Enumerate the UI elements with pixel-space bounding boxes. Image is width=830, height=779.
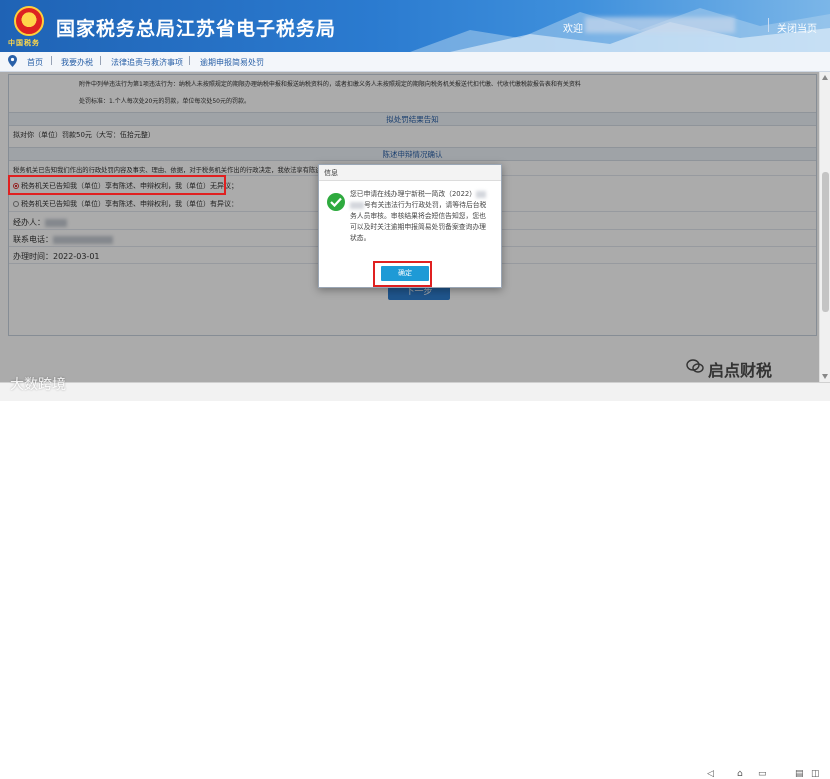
tray-icon[interactable]: ▤ [795,769,804,779]
location-pin-icon [8,55,17,67]
success-check-icon [327,193,345,211]
dialog-message-part2: 号有关违法行为行政处罚，请等待后台税务人员审核。审核结果将会短信告知您，您也可以… [350,201,487,242]
case-number-redacted [350,201,364,209]
wechat-icon [686,359,704,373]
dialog-message: 您已申请在线办理宁新税一简改（2022） 号有关违法行为行政处罚，请等待后台税务… [350,189,490,244]
highlight-confirm-button [373,261,432,287]
watermark-left: 大数跨境 [10,377,66,393]
tax-emblem-icon [14,6,44,36]
emblem-caption: 中国税务 [8,39,40,47]
watermark-right: 启点财税 [708,361,773,380]
welcome-text: 欢迎 [563,24,583,35]
close-page-link[interactable]: 关闭当页 [777,20,817,35]
dialog-message-part1: 您已申请在线办理宁新税一简改（2022） [350,190,477,198]
site-header: 中国税务 国家税务总局江苏省电子税务局 欢迎 关闭当页 [0,0,830,52]
case-number-redacted [476,190,487,198]
breadcrumb-current: 逾期申报简易处罚 [200,58,264,67]
header-divider [768,18,769,32]
scroll-down-icon[interactable] [822,374,828,379]
highlight-no-objection [8,175,226,195]
scroll-thumb[interactable] [822,172,829,312]
status-bar: ◁ ⌂ ▭ ▤ ◫ [0,382,830,779]
tray-icon[interactable]: ◫ [811,769,820,779]
dialog-title: 信息 [319,165,501,181]
username-redacted [585,17,735,33]
breadcrumb: 首页 | 我要办税 | 法律追责与救济事项 | 逾期申报简易处罚 [0,52,830,72]
tray-icon[interactable]: ▭ [758,769,767,779]
breadcrumb-home[interactable]: 首页 [27,57,43,68]
breadcrumb-separator: | [50,56,54,66]
site-title: 国家税务总局江苏省电子税务局 [56,18,337,40]
breadcrumb-separator: | [188,56,192,66]
scroll-up-icon[interactable] [822,75,828,80]
breadcrumb-separator: | [99,56,103,66]
page-scrollbar[interactable] [819,72,830,382]
tray-icon[interactable]: ⌂ [737,769,743,779]
breadcrumb-legal-matters[interactable]: 法律追责与救济事项 [111,57,183,68]
tray-icon[interactable]: ◁ [707,769,714,779]
breadcrumb-tax-tasks[interactable]: 我要办税 [61,57,93,68]
